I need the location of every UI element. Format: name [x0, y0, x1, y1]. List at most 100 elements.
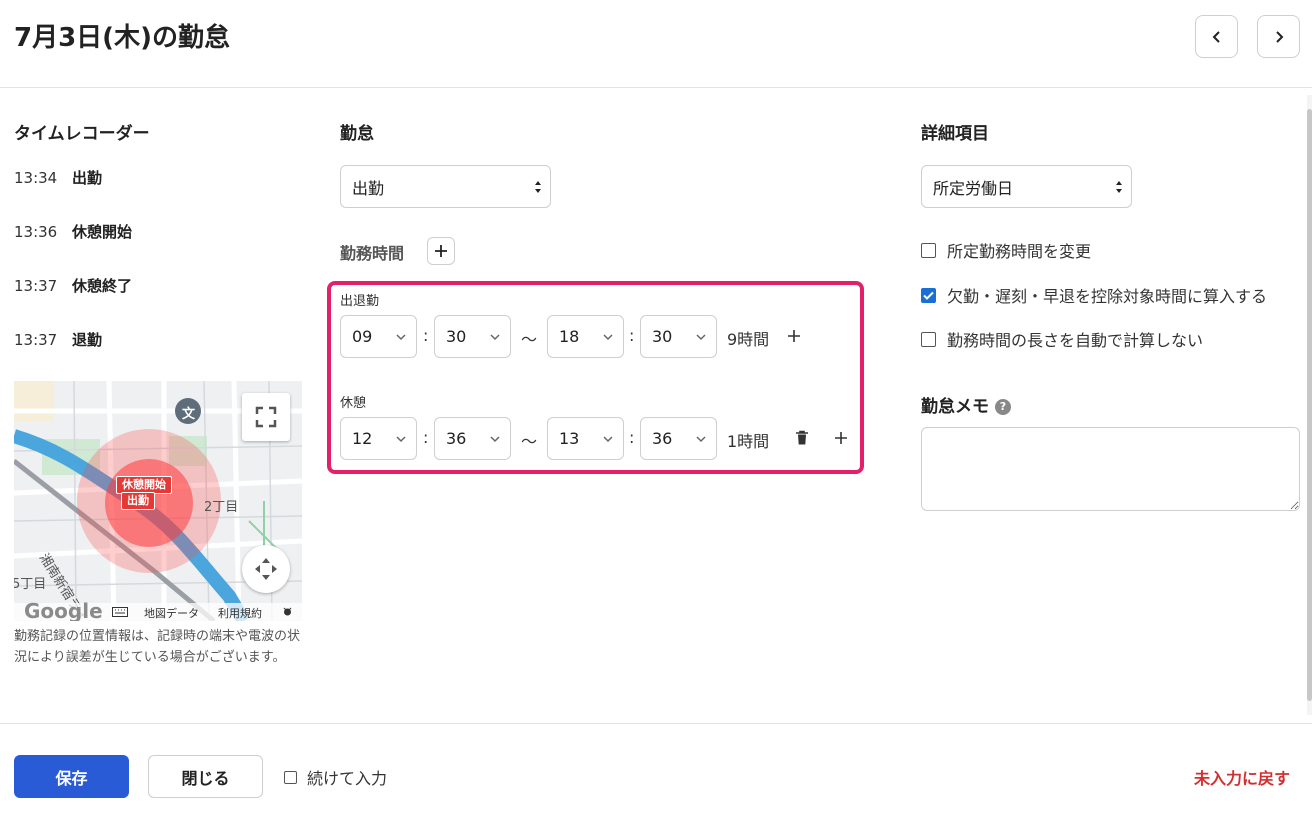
scrollbar-thumb[interactable]: [1307, 109, 1312, 701]
footer: 保存 閉じる 続けて入力 未入力に戻す: [0, 723, 1312, 818]
break-start-min-value: 36: [446, 429, 467, 448]
break-duration: 1時間: [727, 432, 770, 451]
save-button[interactable]: 保存: [14, 755, 129, 798]
break-end-hour-value: 13: [559, 429, 580, 448]
record-label: 退勤: [72, 331, 103, 349]
google-logo: Google: [24, 599, 103, 621]
add-work-time-button[interactable]: [427, 237, 455, 265]
map-marker-clock-in[interactable]: 出勤: [121, 492, 155, 510]
trash-icon: [796, 430, 808, 445]
map-area-label-left: 5丁目: [14, 577, 47, 592]
record-row: 13:37 休憩終了: [14, 275, 132, 296]
break-start-hour-select[interactable]: 12: [340, 417, 417, 460]
shift-duration: 9時間: [727, 330, 770, 349]
header: 7月3日(木)の勤怠: [0, 0, 1312, 88]
shift-start-min-select[interactable]: 30: [434, 315, 511, 358]
colon-separator: :: [423, 326, 429, 345]
map-footer: Google 地図データ 利用規約: [14, 599, 302, 621]
fullscreen-icon: [255, 406, 277, 428]
record-row: 13:34 出勤: [14, 167, 102, 188]
shift-end-hour-select[interactable]: 18: [547, 315, 624, 358]
chevron-down-icon: [696, 436, 706, 443]
plus-icon: [435, 245, 447, 257]
break-end-hour-select[interactable]: 13: [547, 417, 624, 460]
chevron-down-icon: [603, 334, 613, 341]
chevron-down-icon: [490, 334, 500, 341]
fullscreen-button[interactable]: [242, 393, 290, 441]
page-title: 7月3日(木)の勤怠: [14, 23, 230, 53]
plus-icon: [835, 432, 847, 444]
record-time: 13:37: [14, 331, 58, 349]
continue-input-checkbox[interactable]: [284, 770, 297, 784]
work-time-label: 勤務時間: [340, 244, 405, 263]
report-bug-icon[interactable]: [282, 606, 293, 620]
record-label: 出勤: [72, 169, 103, 187]
chevron-down-icon: [396, 436, 406, 443]
location-map[interactable]: 文 2丁目 5丁目 湘南新宿ライン 休憩開始 出勤 Google 地図データ 利…: [14, 381, 302, 621]
break-label: 休憩: [340, 396, 367, 411]
help-icon[interactable]: ?: [995, 399, 1011, 415]
select-arrows-icon: [1116, 181, 1122, 193]
shift-start-hour-value: 09: [352, 327, 373, 346]
checkbox-label: 勤務時間の長さを自動で計算しない: [947, 331, 1204, 350]
attendance-title: 勤怠: [340, 124, 374, 144]
checkmark-icon: [923, 291, 934, 300]
record-row: 13:36 休憩開始: [14, 221, 132, 242]
delete-break-button[interactable]: [792, 428, 812, 448]
details-title: 詳細項目: [921, 124, 989, 144]
attendance-status-select[interactable]: 出勤: [340, 165, 551, 208]
record-time: 13:37: [14, 277, 58, 295]
break-end-min-select[interactable]: 36: [640, 417, 717, 460]
shift-start-hour-select[interactable]: 09: [340, 315, 417, 358]
checkbox-label: 欠勤・遅刻・早退を控除対象時間に算入する: [947, 287, 1268, 306]
shift-start-min-value: 30: [446, 327, 467, 346]
recorder-title: タイムレコーダー: [14, 124, 150, 144]
select-arrows-icon: [535, 181, 541, 193]
memo-textarea[interactable]: [921, 427, 1300, 511]
chevron-left-icon: [1212, 30, 1220, 43]
no-auto-calc-checkbox[interactable]: [921, 331, 936, 347]
colon-separator: :: [629, 326, 635, 345]
memo-title: 勤怠メモ?: [921, 392, 1011, 417]
deduction-option[interactable]: 欠勤・遅刻・早退を控除対象時間に算入する: [921, 283, 1267, 307]
deduction-checkbox[interactable]: [921, 287, 936, 303]
chevron-down-icon: [396, 334, 406, 341]
continue-input-label: 続けて入力: [307, 769, 388, 788]
chevron-down-icon: [490, 436, 500, 443]
chevron-down-icon: [696, 334, 706, 341]
change-scheduled-hours-option[interactable]: 所定勤務時間を変更: [921, 238, 1091, 262]
shift-end-hour-value: 18: [559, 327, 580, 346]
map-terms-link[interactable]: 利用規約: [218, 605, 262, 621]
memo-title-text: 勤怠メモ: [921, 397, 989, 417]
attendance-status-value: 出勤: [352, 178, 385, 198]
location-note: 勤務記録の位置情報は、記録時の端末や電波の状況により誤差が生じている場合がござい…: [14, 629, 301, 665]
next-day-button[interactable]: [1257, 15, 1300, 58]
reset-to-blank-link[interactable]: 未入力に戻す: [1194, 765, 1290, 789]
chevron-down-icon: [603, 436, 613, 443]
map-pan-button[interactable]: [242, 545, 290, 593]
break-end-min-value: 36: [652, 429, 673, 448]
record-label: 休憩開始: [72, 223, 133, 241]
prev-day-button[interactable]: [1195, 15, 1238, 58]
record-time: 13:36: [14, 223, 58, 241]
tilde-separator: 〜: [521, 330, 538, 349]
plus-icon: [788, 330, 800, 342]
shift-end-min-select[interactable]: 30: [640, 315, 717, 358]
break-start-hour-value: 12: [352, 429, 373, 448]
add-shift-button[interactable]: [784, 326, 804, 346]
day-type-select[interactable]: 所定労働日: [921, 165, 1132, 208]
scrollbar[interactable]: [1307, 95, 1312, 715]
pan-arrows-icon: [255, 558, 277, 580]
colon-separator: :: [629, 428, 635, 447]
add-break-button[interactable]: [831, 428, 851, 448]
keyboard-icon[interactable]: [112, 607, 128, 620]
record-time: 13:34: [14, 169, 58, 187]
continue-input-option[interactable]: 続けて入力: [284, 765, 387, 789]
checkbox-label: 所定勤務時間を変更: [947, 242, 1092, 261]
break-start-min-select[interactable]: 36: [434, 417, 511, 460]
change-scheduled-hours-checkbox[interactable]: [921, 242, 936, 258]
shift-end-min-value: 30: [652, 327, 673, 346]
map-data-link[interactable]: 地図データ: [144, 605, 199, 621]
no-auto-calc-option[interactable]: 勤務時間の長さを自動で計算しない: [921, 327, 1203, 351]
close-button[interactable]: 閉じる: [148, 755, 263, 798]
